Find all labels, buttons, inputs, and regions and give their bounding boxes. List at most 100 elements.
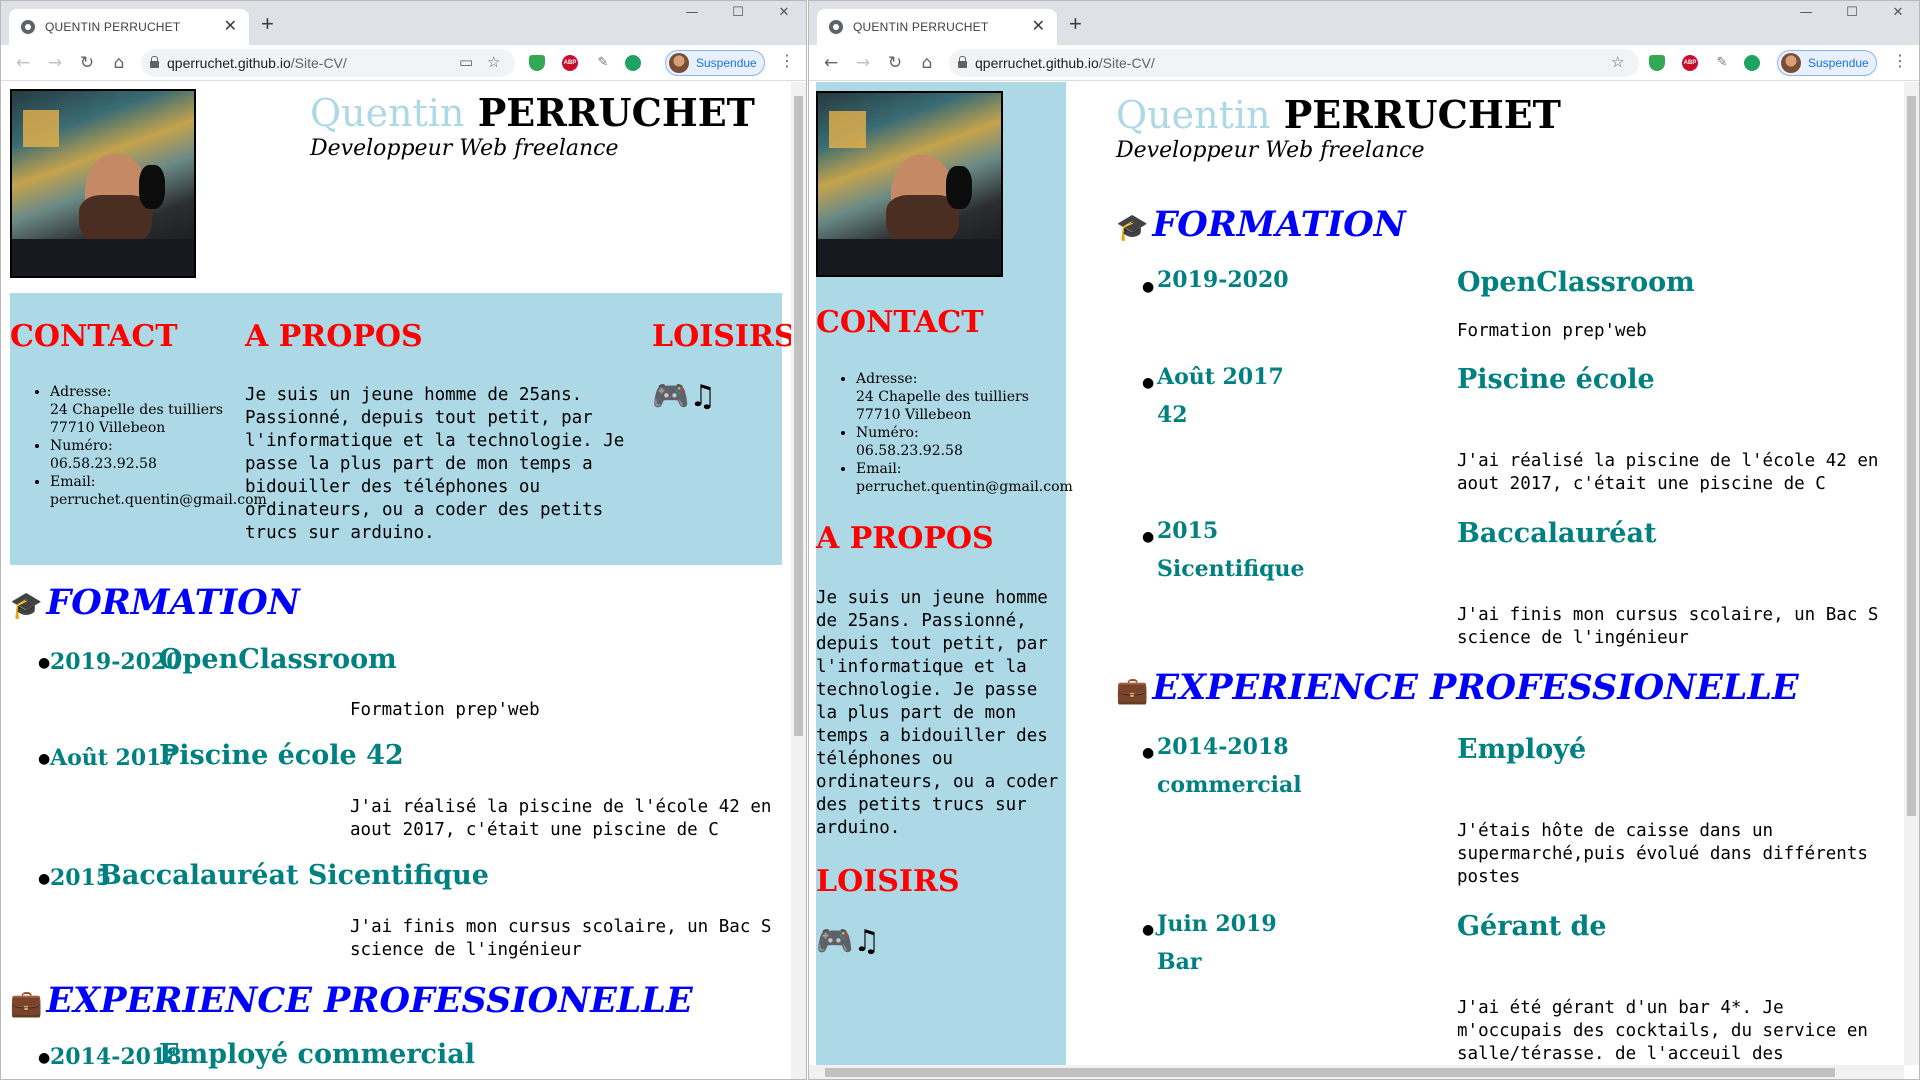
formation-desc: Formation prep'web [1457, 321, 1647, 341]
forward-button[interactable]: → [851, 52, 875, 74]
scrollbar-thumb[interactable] [794, 96, 803, 736]
adblock-extension-icon[interactable]: ABP [1682, 55, 1698, 71]
experience-date: 2014-2018 [1157, 734, 1289, 760]
close-window-button[interactable]: ✕ [1875, 5, 1919, 20]
formation-desc: J'ai finis mon cursus scolaire, un Bac S… [350, 917, 782, 960]
page-subtitle: Developpeur Web freelance [310, 136, 619, 161]
browser-window-left: QUENTIN PERRUCHET ✕ + — ☐ ✕ ← → ↻ ⌂ qper… [0, 0, 807, 1080]
formation-title: Baccalauréat Sicentifique [99, 860, 489, 891]
new-tab-button[interactable]: + [261, 13, 274, 35]
menu-icon[interactable]: ⋮ [1892, 51, 1908, 70]
experience-date: commercial [1157, 772, 1302, 798]
list-item: Numéro:06.58.23.92.58 [856, 424, 1061, 460]
hobbies-heading: LOISIRS [816, 864, 960, 899]
lock-icon [150, 56, 159, 68]
browser-toolbar: ← → ↻ ⌂ qperruchet.github.io/Site-CV/ ▭ … [1, 45, 806, 81]
hobbies-heading: LOISIRS [652, 319, 791, 354]
formation-title: OpenClassroom [159, 644, 397, 675]
hobbies-icons: 🎮♫ [652, 379, 717, 414]
maximize-button[interactable]: ☐ [1829, 5, 1875, 20]
bookmark-star-icon[interactable]: ☆ [487, 53, 500, 71]
briefcase-icon: 💼 [10, 989, 43, 1019]
pen-extension-icon[interactable]: ✎ [1714, 55, 1730, 71]
profile-photo [10, 89, 196, 278]
back-button[interactable]: ← [11, 52, 35, 74]
list-item: Adresse:24 Chapelle des tuilliers77710 V… [856, 370, 1061, 424]
browser-window-right: QUENTIN PERRUCHET ✕ + — ☐ ✕ ← → ↻ ⌂ qper… [808, 0, 1920, 1080]
graduation-cap-icon: 🎓 [10, 591, 43, 621]
profile-label: Suspendue [1808, 56, 1869, 70]
url-text: qperruchet.github.io/Site-CV/ [975, 55, 1155, 71]
experience-heading: 💼 EXPERIENCE PROFESSIONELLE [1116, 667, 1799, 708]
contact-list: Adresse:24 Chapelle des tuilliers77710 V… [10, 383, 267, 509]
forward-button[interactable]: → [43, 52, 67, 74]
contact-heading: CONTACT [816, 305, 984, 340]
formation-desc: J'ai finis mon cursus scolaire, un Bac S… [1457, 605, 1889, 648]
hobbies-icons: 🎮♫ [816, 924, 881, 959]
reload-button[interactable]: ↻ [883, 52, 907, 74]
formation-title: Baccalauréat [1457, 518, 1657, 549]
formation-title: OpenClassroom [1457, 267, 1695, 298]
cast-icon[interactable]: ▭ [459, 53, 473, 71]
title-bar: QUENTIN PERRUCHET ✕ + — ☐ ✕ [1, 1, 806, 45]
globe-icon [829, 20, 843, 34]
formation-date: Août 2017 [50, 745, 177, 771]
browser-tab[interactable]: QUENTIN PERRUCHET ✕ [817, 9, 1057, 45]
formation-date: 2019-2020 [1157, 267, 1289, 293]
scrollbar-thumb[interactable] [1907, 96, 1916, 816]
reload-button[interactable]: ↻ [75, 52, 99, 74]
home-button[interactable]: ⌂ [915, 52, 939, 74]
back-button[interactable]: ← [819, 52, 843, 74]
green-extension-icon[interactable] [625, 55, 641, 71]
tab-close-icon[interactable]: ✕ [1032, 16, 1045, 36]
minimize-button[interactable]: — [1783, 5, 1829, 20]
bookmark-star-icon[interactable]: ☆ [1611, 53, 1624, 71]
browser-tab[interactable]: QUENTIN PERRUCHET ✕ [9, 9, 249, 45]
experience-desc: J'étais hôte de caisse dans un supermarc… [1457, 821, 1879, 887]
formation-date: 2015 [1157, 518, 1219, 544]
formation-date: Août 2017 [1157, 364, 1284, 390]
address-bar[interactable]: qperruchet.github.io/Site-CV/ ☆ [949, 49, 1639, 77]
shield-extension-icon[interactable] [1649, 55, 1665, 71]
page-title: Quentin PERRUCHET [310, 90, 755, 135]
profile-label: Suspendue [696, 56, 757, 70]
formation-title: Piscine école 42 [159, 740, 404, 771]
adblock-extension-icon[interactable]: ABP [562, 55, 578, 71]
title-bar: QUENTIN PERRUCHET ✕ + — ☐ ✕ [809, 1, 1919, 45]
contact-heading: CONTACT [10, 319, 178, 354]
menu-icon[interactable]: ⋮ [779, 51, 795, 70]
horizontal-scrollbar[interactable] [809, 1065, 1904, 1079]
formation-desc: J'ai réalisé la piscine de l'école 42 en… [350, 797, 782, 840]
experience-title: Employé [1457, 734, 1587, 765]
vertical-scrollbar[interactable] [1904, 82, 1919, 1065]
formation-date: Sicentifique [1157, 556, 1305, 582]
experience-desc: J'ai été gérant d'un bar 4*. Je m'occupa… [1457, 998, 1879, 1064]
address-bar[interactable]: qperruchet.github.io/Site-CV/ ▭ ☆ [141, 49, 515, 77]
new-tab-button[interactable]: + [1069, 13, 1082, 35]
vertical-scrollbar[interactable] [791, 82, 806, 1079]
close-window-button[interactable]: ✕ [761, 5, 806, 20]
page-viewport: Quentin PERRUCHET Developpeur Web freela… [1, 82, 791, 1079]
list-item: Email:perruchet.quentin@gmail.com [856, 460, 1073, 496]
green-extension-icon[interactable] [1744, 55, 1760, 71]
list-item: Numéro:06.58.23.92.58 [50, 437, 250, 473]
profile-button[interactable]: Suspendue [1777, 50, 1877, 76]
experience-heading: 💼 EXPERIENCE PROFESSIONELLE [10, 980, 693, 1021]
profile-button[interactable]: Suspendue [665, 50, 765, 76]
about-text: Je suis un jeune homme de 25ans. Passion… [816, 588, 1059, 838]
formation-heading: 🎓 FORMATION [10, 582, 300, 623]
formation-desc: J'ai réalisé la piscine de l'école 42 en… [1457, 451, 1889, 494]
briefcase-icon: 💼 [1116, 676, 1149, 706]
home-button[interactable]: ⌂ [107, 52, 131, 74]
about-heading: A PROPOS [245, 319, 423, 354]
pen-extension-icon[interactable]: ✎ [595, 55, 611, 71]
contact-list: Adresse:24 Chapelle des tuilliers77710 V… [816, 370, 1073, 496]
maximize-button[interactable]: ☐ [715, 5, 761, 20]
shield-extension-icon[interactable] [529, 55, 545, 71]
experience-title: Employé commercial [159, 1039, 475, 1070]
page-title: Quentin PERRUCHET [1116, 92, 1561, 137]
experience-date: Juin 2019 [1157, 911, 1277, 937]
tab-close-icon[interactable]: ✕ [224, 16, 237, 36]
minimize-button[interactable]: — [669, 5, 715, 20]
scrollbar-thumb[interactable] [825, 1068, 1835, 1077]
